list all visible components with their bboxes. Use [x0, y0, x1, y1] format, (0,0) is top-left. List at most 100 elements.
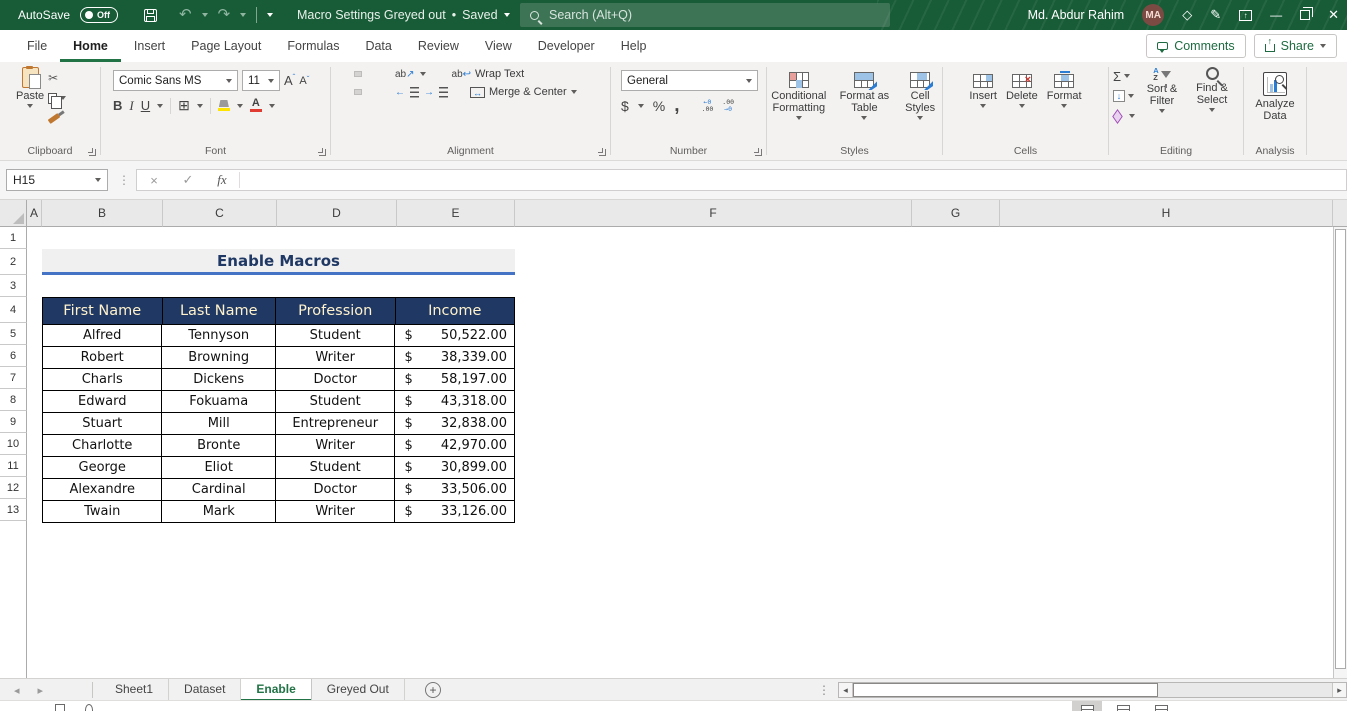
table-header-income[interactable]: Income [396, 298, 515, 324]
table-cell[interactable]: Charls [43, 368, 162, 390]
ribbon-tab-review[interactable]: Review [405, 30, 472, 62]
table-cell[interactable]: $50,522.00 [395, 324, 514, 346]
avatar[interactable]: MA [1142, 4, 1164, 26]
ribbon-tab-view[interactable]: View [472, 30, 525, 62]
row-header-12[interactable]: 12 [0, 477, 27, 499]
table-cell[interactable]: Writer [276, 500, 395, 522]
shrink-font-button[interactable]: Aˇ [299, 75, 309, 87]
italic-button[interactable]: I [129, 98, 133, 114]
table-cell[interactable]: Doctor [276, 478, 395, 500]
table-cell[interactable]: Twain [43, 500, 162, 522]
table-cell[interactable]: Mark [162, 500, 276, 522]
wrap-text-button[interactable]: ab↩ Wrap Text [452, 68, 525, 80]
table-cell[interactable]: Charlotte [43, 434, 162, 456]
font-color-button[interactable]: A [250, 99, 262, 112]
cut-button[interactable]: ✂ [48, 70, 58, 86]
fill-color-chevron-icon[interactable] [237, 104, 243, 108]
share-button[interactable]: Share [1254, 34, 1337, 58]
font-family-select[interactable]: Comic Sans MS [113, 70, 238, 91]
table-cell[interactable]: Dickens [162, 368, 276, 390]
table-cell[interactable]: Edward [43, 390, 162, 412]
autosave-toggle[interactable]: Off [80, 7, 118, 23]
scroll-left-arrow[interactable]: ◂ [839, 683, 853, 697]
customize-quick-access-icon[interactable] [267, 13, 273, 17]
user-name[interactable]: Md. Abdur Rahim [1028, 8, 1125, 22]
format-painter-button[interactable] [48, 110, 60, 126]
premium-diamond-icon[interactable]: ◇ [1182, 0, 1192, 30]
undo-icon[interactable]: ↶ [179, 0, 192, 30]
orientation-button[interactable]: ab↗ [395, 69, 415, 80]
table-cell[interactable]: Bronte [162, 434, 276, 456]
insert-function-button[interactable]: fx [205, 172, 239, 188]
table-cell[interactable]: Student [276, 456, 395, 478]
row-header-11[interactable]: 11 [0, 455, 27, 477]
new-sheet-button[interactable]: + [425, 682, 441, 698]
number-dialog-launcher-icon[interactable] [755, 149, 762, 156]
formula-input[interactable] [240, 170, 1346, 190]
find-select-button[interactable]: Find & Select [1189, 62, 1235, 124]
row-header-6[interactable]: 6 [0, 345, 27, 367]
document-title-area[interactable]: Macro Settings Greyed out • Saved [297, 0, 510, 30]
table-cell[interactable]: Alfred [43, 324, 162, 346]
tab-bar-resize-dots-icon[interactable]: ⋮ [818, 679, 830, 701]
close-button[interactable]: ✕ [1328, 0, 1339, 30]
format-cells-button[interactable]: Format [1047, 69, 1082, 108]
status-macro-icon[interactable] [55, 704, 65, 711]
table-cell[interactable]: Fokuama [162, 390, 276, 412]
percent-style-button[interactable]: % [653, 98, 665, 114]
comma-style-button[interactable]: , [674, 101, 679, 111]
fill-color-button[interactable] [218, 100, 230, 111]
bottom-align-button[interactable] [367, 71, 375, 77]
ribbon-tab-help[interactable]: Help [608, 30, 660, 62]
name-box[interactable]: H15 [6, 169, 108, 191]
table-header-profession[interactable]: Profession [276, 298, 396, 324]
increase-decimal-button[interactable]: ←0.00 [702, 99, 714, 113]
table-cell[interactable]: Tennyson [162, 324, 276, 346]
redo-chevron-icon[interactable] [240, 13, 246, 17]
cancel-entry-button[interactable]: × [137, 173, 171, 188]
column-header-E[interactable]: E [397, 200, 515, 227]
previous-sheet-button[interactable]: ◂ [14, 684, 20, 697]
ribbon-tab-data[interactable]: Data [352, 30, 404, 62]
insert-cells-button[interactable]: Insert [969, 69, 997, 108]
column-header-H[interactable]: H [1000, 200, 1333, 227]
column-header-C[interactable]: C [163, 200, 277, 227]
font-dialog-launcher-icon[interactable] [319, 149, 326, 156]
editing-pen-icon[interactable]: ✎ [1210, 0, 1221, 30]
minimize-button[interactable]: — [1270, 0, 1282, 30]
restore-button[interactable] [1300, 10, 1310, 20]
row-header-2[interactable]: 2 [0, 249, 27, 275]
table-cell[interactable]: $38,339.00 [395, 346, 514, 368]
table-cell[interactable]: $58,197.00 [395, 368, 514, 390]
sheet-tab-dataset[interactable]: Dataset [169, 679, 241, 701]
row-header-4[interactable]: 4 [0, 297, 27, 323]
table-cell[interactable]: Mill [162, 412, 276, 434]
row-header-9[interactable]: 9 [0, 411, 27, 433]
row-header-5[interactable]: 5 [0, 323, 27, 345]
table-cell[interactable]: Doctor [276, 368, 395, 390]
clear-button[interactable] [1113, 108, 1135, 124]
page-break-preview-button[interactable] [1146, 701, 1176, 711]
delete-cells-button[interactable]: × Delete [1006, 69, 1038, 108]
redo-icon[interactable]: ↷ [218, 0, 231, 30]
ribbon-display-options-icon[interactable]: ↑ [1239, 10, 1252, 21]
table-cell[interactable]: $33,506.00 [395, 478, 514, 500]
bold-button[interactable]: B [113, 98, 122, 113]
ribbon-tab-page-layout[interactable]: Page Layout [178, 30, 274, 62]
search-box[interactable]: Search (Alt+Q) [520, 3, 890, 27]
align-center-button[interactable] [354, 89, 362, 95]
alignment-dialog-launcher-icon[interactable] [599, 149, 606, 156]
table-cell[interactable]: Writer [276, 434, 395, 456]
top-align-button[interactable] [341, 71, 349, 77]
page-layout-view-button[interactable] [1108, 701, 1138, 711]
analyze-data-button[interactable]: Analyze Data [1247, 67, 1303, 122]
orientation-chevron-icon[interactable] [420, 72, 426, 76]
font-color-chevron-icon[interactable] [269, 104, 275, 108]
accounting-chevron-icon[interactable] [638, 104, 644, 108]
column-header-B[interactable]: B [42, 200, 163, 227]
select-all-corner[interactable] [0, 200, 27, 227]
format-as-table-button[interactable]: Format as Table [837, 67, 893, 120]
table-cell[interactable]: Browning [162, 346, 276, 368]
merge-center-button[interactable]: ↔ Merge & Center [470, 86, 577, 98]
vertical-scrollbar[interactable] [1333, 227, 1347, 678]
